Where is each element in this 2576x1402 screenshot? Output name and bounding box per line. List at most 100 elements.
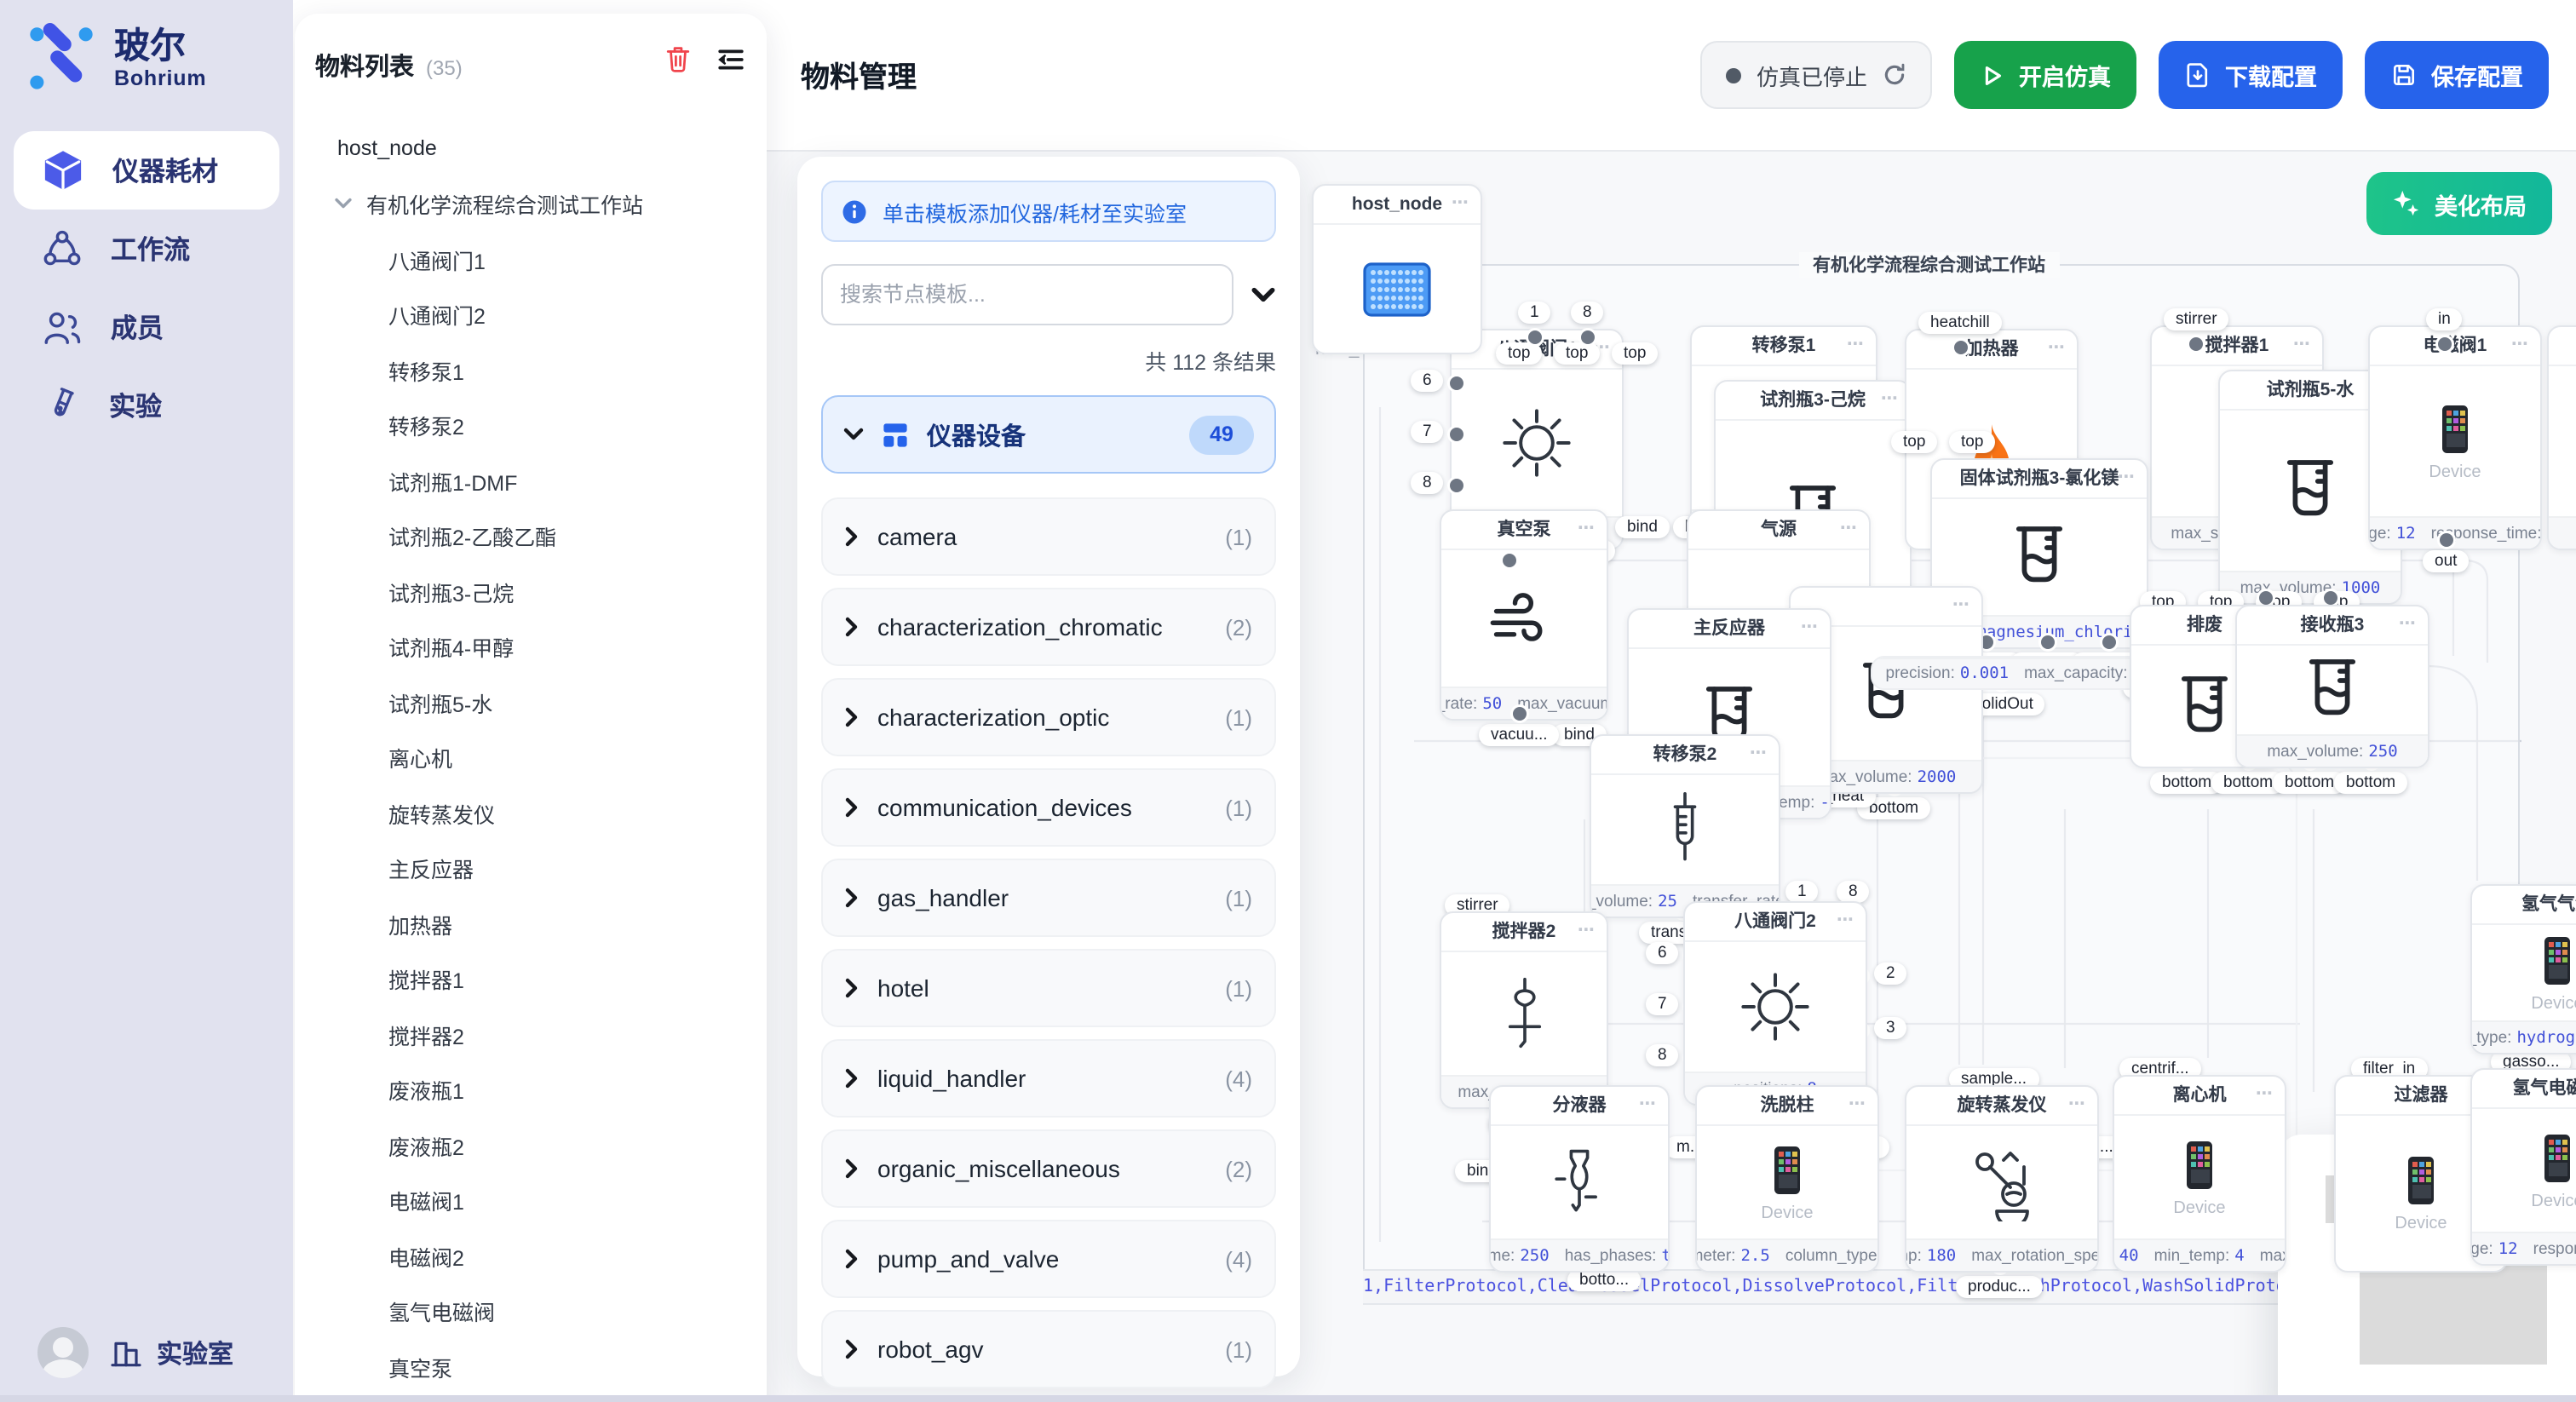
port-label[interactable]: bind [1615,516,1670,538]
port-label[interactable]: 6 [1411,370,1444,392]
port-label[interactable]: 7 [1646,993,1679,1015]
port-dot[interactable] [2437,337,2451,351]
tree-item[interactable]: 真空泵 [295,1339,767,1394]
node-menu-icon[interactable]: ⋯ [1840,511,1859,549]
tree-item[interactable]: 离心机 [295,730,767,785]
node-rotovap[interactable]: 旋转蒸发仪⋯temp:180max_rotation_speed: [1905,1085,2099,1273]
port-dot[interactable] [2102,635,2115,649]
tree-item[interactable]: 电磁阀2 [295,1228,767,1284]
node-menu-icon[interactable]: ⋯ [2256,1077,2274,1114]
port-label[interactable]: top [1554,342,1600,365]
node-menu-icon[interactable]: ⋯ [1881,382,1900,419]
port-dot[interactable] [2189,337,2203,351]
port-label[interactable]: out [2423,550,2469,572]
beautify-layout-button[interactable]: 美化布局 [2366,172,2552,235]
tree-group-workstation[interactable]: 有机化学流程综合测试工作站 [295,176,767,232]
category-row-characterization_chromatic[interactable]: characterization_chromatic(2) [821,588,1276,666]
tree-item[interactable]: 电磁阀1 [295,1173,767,1228]
port-dot[interactable] [2323,591,2337,605]
port-dot[interactable] [1527,330,1541,344]
port-label[interactable]: 2 [1874,962,1907,985]
tree-item[interactable]: 试剂瓶2-乙酸乙酯 [295,509,767,564]
port-dot[interactable] [1450,427,1463,440]
node-menu-icon[interactable]: ⋯ [1952,588,1971,625]
tree-item[interactable]: 主反应器 [295,841,767,896]
port-label[interactable]: 3 [1874,1017,1907,1039]
tree-item-host-node[interactable]: host_node [295,121,767,176]
port-dot[interactable] [1450,478,1463,491]
node-solenoid-valve-1[interactable]: 电磁阀1⋯Devicevoltage:12response_time:0.1 [2368,325,2542,550]
node-menu-icon[interactable]: ⋯ [2399,606,2418,644]
collapse-list-icon[interactable] [716,45,746,72]
search-input[interactable] [821,264,1233,325]
port-dot[interactable] [1512,707,1526,721]
node-solenoid-valve-2[interactable]: 电磁阀2⋯Devicevoltage:12 [2547,325,2576,550]
tree-item[interactable]: 八通阀门1 [295,232,767,287]
node-menu-icon[interactable]: ⋯ [1452,186,1470,223]
node-stirrer-2[interactable]: 搅拌器2⋯max_speed:2000 [1440,911,1608,1109]
save-config-button[interactable]: 保存配置 [2365,41,2549,109]
node-menu-icon[interactable]: ⋯ [2118,460,2136,497]
port-dot[interactable] [1502,554,1515,567]
node-menu-icon[interactable]: ⋯ [2293,327,2312,365]
port-label[interactable]: in [2426,308,2463,330]
port-dot[interactable] [2258,591,2272,605]
tree-item[interactable]: 旋转蒸发仪 [295,785,767,841]
node-elution-column[interactable]: 洗脱柱⋯Devicediameter:2.5column_type:si [1695,1085,1879,1273]
category-row-camera[interactable]: camera(1) [821,497,1276,576]
sidebar-item-cube[interactable]: 仪器耗材 [14,131,279,210]
tree-item[interactable]: 八通阀门2 [295,287,767,342]
node-separator[interactable]: 分液器⋯volume:250has_phases:true [1489,1085,1670,1273]
category-row-hotel[interactable]: hotel(1) [821,949,1276,1027]
node-menu-icon[interactable]: ⋯ [1837,903,1855,940]
category-row-organic_miscellaneous[interactable]: organic_miscellaneous(2) [821,1129,1276,1208]
sidebar-item-experiment[interactable]: 实验 [14,366,279,445]
start-simulation-button[interactable]: 开启仿真 [1954,41,2136,109]
tree-item[interactable]: 试剂瓶4-甲醇 [295,619,767,675]
tree-item[interactable]: 转移泵2 [295,398,767,453]
port-dot[interactable] [2040,635,2054,649]
node-receive-bottle-3[interactable]: 接收瓶3⋯max_volume:250 [2235,605,2429,768]
tree-item[interactable]: 试剂瓶3-己烷 [295,564,767,619]
port-label[interactable]: 8 [1571,302,1604,324]
trash-icon[interactable] [664,44,692,73]
refresh-icon[interactable] [1883,63,1906,87]
node-menu-icon[interactable]: ⋯ [1750,736,1768,773]
node-menu-icon[interactable]: ⋯ [2511,327,2530,365]
tree-item[interactable]: 试剂瓶5-水 [295,675,767,730]
category-row-pump_and_valve[interactable]: pump_and_valve(4) [821,1220,1276,1298]
port-dot[interactable] [1580,330,1594,344]
category-row-robot_agv[interactable]: robot_agv(1) [821,1310,1276,1388]
port-label[interactable]: heatchill [1918,312,2002,334]
port-label[interactable]: top [1891,431,1937,453]
port-dot[interactable] [2439,533,2452,547]
port-dot[interactable] [1450,376,1463,389]
port-label[interactable]: 8 [1411,472,1444,494]
category-row-gas_handler[interactable]: gas_handler(1) [821,859,1276,937]
node-transfer-pump-2[interactable]: 转移泵2⋯max_volume:25transfer_rate:10 [1590,734,1780,918]
port-label[interactable]: 1 [1785,881,1819,903]
node-eight-way-valve-2[interactable]: 八通阀门2⋯positions:8 [1683,901,1867,1106]
tree-item[interactable]: 废液瓶1 [295,1062,767,1118]
node-menu-icon[interactable]: ⋯ [1639,1087,1658,1124]
port-label[interactable]: bottom [2334,772,2407,794]
tree-item[interactable]: 搅拌器2 [295,1007,767,1062]
sidebar-item-members[interactable]: 成员 [14,288,279,366]
sidebar-item-workflow[interactable]: 工作流 [14,210,279,288]
node-h2-solenoid-valve[interactable]: 氢气电磁阀⋯Devicevoltage:12response_time:0.1 [2470,1068,2576,1266]
avatar[interactable] [37,1327,89,1378]
port-label[interactable]: produc... [1956,1276,2043,1298]
tree-item[interactable]: 搅拌器1 [295,951,767,1007]
category-instruments[interactable]: 仪器设备 49 [821,395,1276,474]
node-precision-bar[interactable]: precision:0.001max_capacity:10 [1871,656,2167,690]
port-label[interactable]: top [1496,342,1542,365]
node-h2-source[interactable]: 氢气气源⋯Devicegas_type:hydrogenmax_pre [2470,884,2576,1054]
node-menu-icon[interactable]: ⋯ [1578,511,1596,549]
port-label[interactable]: 8 [1837,881,1870,903]
sidebar-item-lab[interactable]: 实验室 [109,1335,233,1370]
port-label[interactable]: 7 [1411,421,1444,443]
node-menu-icon[interactable]: ⋯ [2068,1087,2087,1124]
tree-item[interactable]: 废液瓶2 [295,1118,767,1173]
port-label[interactable]: vacuu... [1479,724,1560,746]
node-menu-icon[interactable]: ⋯ [1849,1087,1867,1124]
